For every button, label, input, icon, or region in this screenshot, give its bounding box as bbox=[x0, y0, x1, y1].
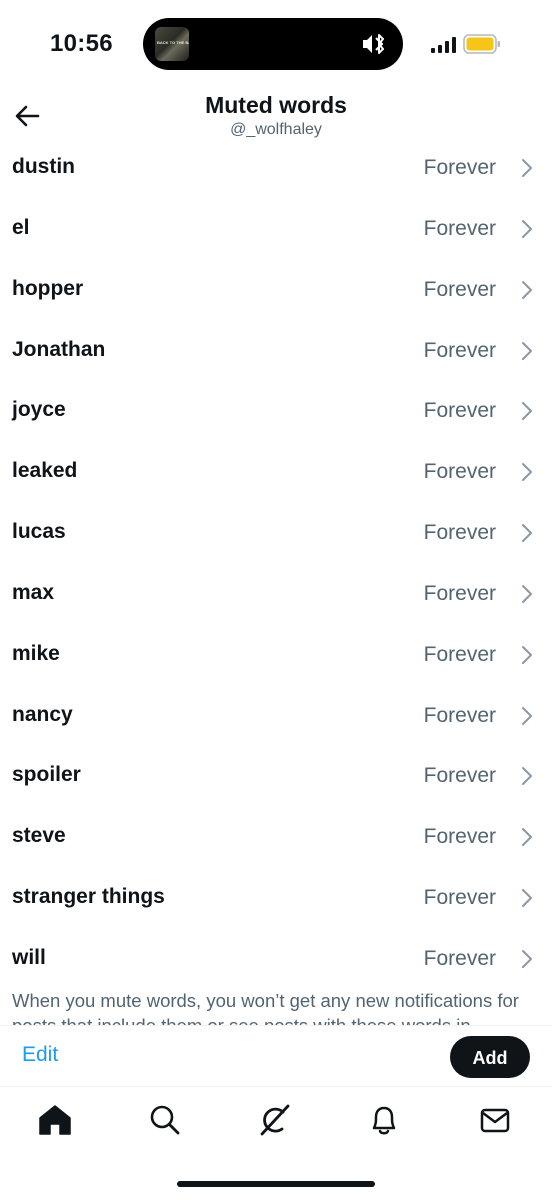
chevron-right-icon bbox=[522, 402, 532, 421]
nav-home[interactable] bbox=[37, 1102, 73, 1138]
mute-duration: Forever bbox=[423, 277, 496, 301]
now-playing-artwork: BACK TO THE BASE bbox=[155, 27, 189, 61]
chevron-right-icon bbox=[522, 949, 532, 968]
muted-words-list: dustin Forever el Forever hopper Forever… bbox=[0, 137, 552, 989]
muted-word-row[interactable]: steve Forever bbox=[0, 806, 552, 867]
messages-icon bbox=[480, 1108, 510, 1133]
grok-icon bbox=[260, 1104, 290, 1136]
muted-word-row[interactable]: spoiler Forever bbox=[0, 745, 552, 806]
add-button[interactable]: Add bbox=[450, 1036, 530, 1078]
muted-word-row[interactable]: stranger things Forever bbox=[0, 867, 552, 928]
battery-icon bbox=[463, 34, 500, 54]
nav-grok[interactable] bbox=[256, 1102, 292, 1138]
muted-word: leaked bbox=[12, 459, 78, 483]
muted-word-row[interactable]: leaked Forever bbox=[0, 441, 552, 502]
search-icon bbox=[150, 1105, 180, 1135]
nav-messages[interactable] bbox=[477, 1102, 513, 1138]
action-bar: Edit Add bbox=[0, 1025, 552, 1087]
bottom-nav bbox=[0, 1086, 552, 1156]
muted-words-info: When you mute words, you won’t get any n… bbox=[12, 990, 519, 1028]
island-status-icons bbox=[361, 32, 389, 56]
notifications-icon bbox=[372, 1106, 396, 1135]
mute-duration: Forever bbox=[423, 156, 496, 179]
home-indicator[interactable] bbox=[177, 1181, 375, 1187]
mute-duration: Forever bbox=[423, 399, 496, 423]
muted-word: Jonathan bbox=[12, 337, 106, 361]
mute-duration: Forever bbox=[423, 581, 496, 605]
nav-notifications[interactable] bbox=[366, 1102, 402, 1138]
mute-duration: Forever bbox=[423, 886, 496, 910]
muted-word-row[interactable]: mike Forever bbox=[0, 624, 552, 685]
mute-duration: Forever bbox=[423, 764, 496, 788]
muted-word-row[interactable]: nancy Forever bbox=[0, 685, 552, 746]
muted-word: will bbox=[12, 945, 46, 969]
page-title: Muted words bbox=[205, 92, 347, 118]
chevron-right-icon bbox=[522, 584, 532, 603]
mute-duration: Forever bbox=[423, 521, 496, 545]
chevron-right-icon bbox=[522, 889, 532, 908]
mute-duration: Forever bbox=[423, 216, 496, 240]
muted-word: hopper bbox=[12, 276, 84, 300]
muted-word: mike bbox=[12, 641, 60, 665]
muted-word: spoiler bbox=[12, 763, 81, 787]
signal-icon bbox=[431, 37, 456, 53]
muted-word: dustin bbox=[12, 155, 75, 178]
chevron-right-icon bbox=[522, 645, 532, 664]
chevron-right-icon bbox=[522, 219, 532, 238]
muted-word: max bbox=[12, 580, 55, 604]
mute-duration: Forever bbox=[423, 825, 496, 849]
muted-word: stranger things bbox=[12, 885, 165, 909]
chevron-right-icon bbox=[522, 159, 532, 177]
mute-duration: Forever bbox=[423, 642, 496, 666]
home-icon bbox=[39, 1105, 71, 1135]
status-time: 10:56 bbox=[50, 30, 113, 57]
muted-word: joyce bbox=[12, 398, 66, 422]
muted-word-row[interactable]: dustin Forever bbox=[0, 137, 552, 198]
chevron-right-icon bbox=[522, 524, 532, 543]
mute-duration: Forever bbox=[423, 703, 496, 727]
chevron-right-icon bbox=[522, 463, 532, 482]
status-bar: 10:56 BACK TO THE BASE bbox=[0, 0, 552, 90]
muted-word-row[interactable]: lucas Forever bbox=[0, 502, 552, 563]
mute-duration: Forever bbox=[423, 946, 496, 970]
artwork-text: BACK TO THE BASE bbox=[157, 40, 189, 45]
nav-search[interactable] bbox=[147, 1102, 183, 1138]
muted-word: lucas bbox=[12, 520, 66, 544]
muted-word-row[interactable]: max Forever bbox=[0, 563, 552, 624]
chevron-right-icon bbox=[522, 767, 532, 786]
muted-word: steve bbox=[12, 824, 66, 848]
chevron-right-icon bbox=[522, 280, 532, 299]
muted-word: nancy bbox=[12, 702, 73, 726]
mute-icon bbox=[363, 34, 384, 54]
chevron-right-icon bbox=[522, 828, 532, 847]
muted-word-row[interactable]: joyce Forever bbox=[0, 380, 552, 441]
mute-duration: Forever bbox=[423, 338, 496, 362]
chevron-right-icon bbox=[522, 706, 532, 725]
edit-button[interactable]: Edit bbox=[22, 1043, 58, 1067]
mute-duration: Forever bbox=[423, 460, 496, 484]
muted-word-row[interactable]: Jonathan Forever bbox=[0, 320, 552, 381]
muted-word-row[interactable]: el Forever bbox=[0, 198, 552, 259]
chevron-right-icon bbox=[522, 341, 532, 360]
muted-word: el bbox=[12, 215, 30, 239]
muted-word-row[interactable]: will Forever bbox=[0, 928, 552, 989]
muted-word-row[interactable]: hopper Forever bbox=[0, 259, 552, 320]
dynamic-island[interactable]: BACK TO THE BASE bbox=[143, 18, 403, 70]
